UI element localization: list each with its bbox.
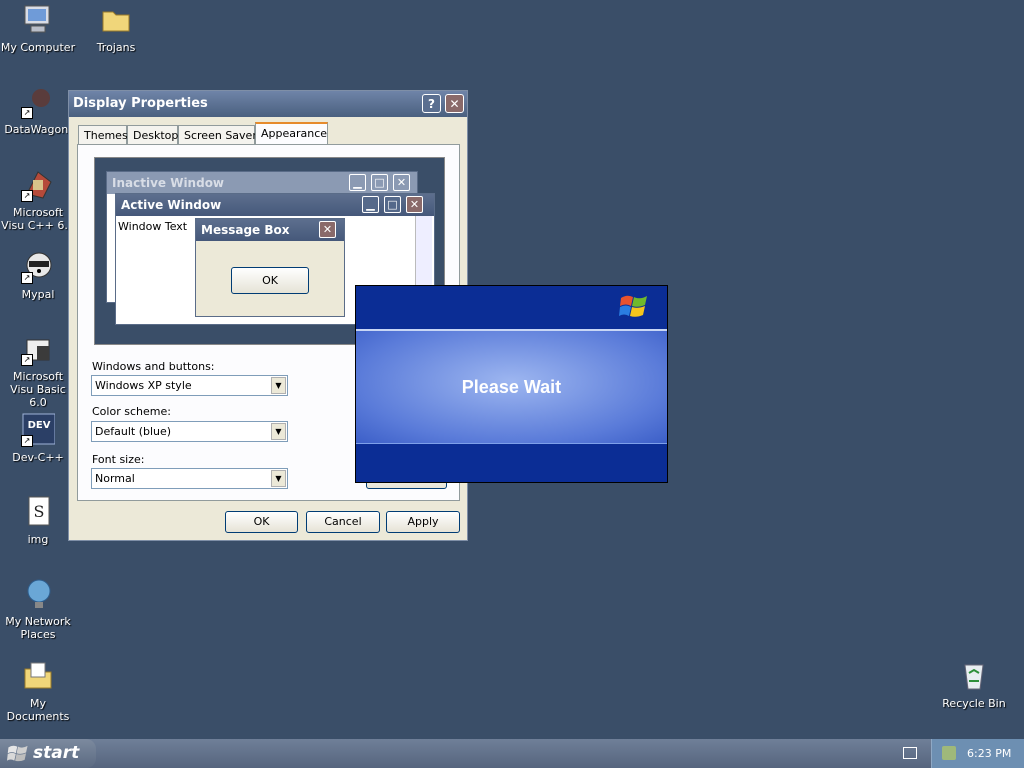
folder-icon — [99, 3, 133, 37]
apply-button[interactable]: Apply — [386, 511, 460, 533]
start-label: start — [33, 743, 80, 763]
tab-appearance[interactable]: Appearance — [255, 122, 328, 145]
color-scheme-select[interactable]: Default (blue) ▼ — [91, 421, 288, 442]
svg-text:S: S — [34, 502, 45, 521]
please-wait-message: Please Wait — [461, 377, 562, 397]
desktop-icon-label: My Documents — [6, 697, 70, 723]
desktop-icon-label: Microsoft Visu Basic 6.0 — [10, 370, 66, 409]
font-size-value: Normal — [95, 472, 135, 485]
shortcut-arrow-icon: ↗ — [21, 190, 33, 202]
desktop-icon-label: My Network Places — [5, 615, 71, 641]
visual-cpp-icon: ↗ — [21, 168, 55, 202]
desktop-icon-label: img — [27, 533, 49, 546]
recycle-bin-icon — [957, 659, 991, 693]
network-places-icon — [21, 577, 55, 611]
computer-icon — [21, 3, 55, 37]
desktop-icon-label: DataWagon. — [4, 123, 72, 136]
desktop-icon-visual-basic[interactable]: ↗ Microsoft Visu Basic 6.0 — [0, 332, 76, 409]
tab-themes[interactable]: Themes — [78, 125, 128, 144]
desktop-icon-my-computer[interactable]: My Computer — [0, 3, 76, 54]
clock[interactable]: 6:23 PM — [967, 739, 1011, 768]
shortcut-arrow-icon: ↗ — [21, 272, 33, 284]
desktop-icon-label: My Computer — [0, 41, 76, 54]
desktop-icon-label: Microsoft Visu C++ 6.0 — [1, 206, 75, 232]
desktop-icon-datawagon[interactable]: ↗ DataWagon. — [0, 85, 76, 136]
mypal-raccoon-icon: ↗ — [21, 250, 55, 284]
network-tray-icon[interactable] — [942, 746, 956, 760]
taskbar: start 6:23 PM — [0, 739, 1024, 768]
close-button[interactable]: ✕ — [445, 94, 464, 113]
script-file-icon: S — [21, 495, 55, 529]
color-scheme-label: Color scheme: — [92, 405, 171, 418]
documents-folder-icon — [21, 659, 55, 693]
desktop-icon-label: Recycle Bin — [942, 697, 1006, 710]
desktop-icon-recycle-bin[interactable]: Recycle Bin — [936, 659, 1012, 710]
desktop-icon-mypal[interactable]: ↗ Mypal — [0, 250, 76, 301]
chevron-down-icon[interactable]: ▼ — [271, 470, 286, 487]
datawagon-icon: ↗ — [21, 85, 55, 119]
minimize-icon: ▁ — [362, 196, 379, 213]
tab-desktop[interactable]: Desktop — [127, 125, 178, 144]
window-titlebar[interactable]: Display Properties ? ✕ — [69, 91, 467, 117]
tab-screen-saver[interactable]: Screen Saver — [178, 125, 257, 144]
windows-buttons-value: Windows XP style — [95, 379, 192, 392]
close-icon: ✕ — [319, 221, 336, 238]
windows-logo-icon — [7, 745, 28, 762]
desktop-icon-my-documents[interactable]: My Documents — [0, 659, 76, 723]
close-icon: ✕ — [406, 196, 423, 213]
maximize-icon: □ — [371, 174, 388, 191]
window-title: Display Properties — [73, 96, 208, 111]
desktop-icon-label: Trojans — [96, 41, 136, 54]
dev-cpp-icon: DEV ↗ — [21, 413, 56, 447]
chevron-down-icon[interactable]: ▼ — [271, 377, 286, 394]
windows-logo-icon — [619, 295, 647, 317]
preview-ok-button: OK — [231, 267, 309, 294]
system-tray: 6:23 PM — [931, 739, 1024, 768]
color-scheme-value: Default (blue) — [95, 425, 172, 438]
svg-text:DEV: DEV — [28, 420, 51, 431]
desktop-icon-visual-cpp[interactable]: ↗ Microsoft Visu C++ 6.0 — [0, 168, 76, 232]
ok-button[interactable]: OK — [225, 511, 298, 533]
close-icon: ✕ — [393, 174, 410, 191]
maximize-icon: □ — [384, 196, 401, 213]
help-button[interactable]: ? — [422, 94, 441, 113]
desktop-icon-img[interactable]: S img — [0, 495, 76, 546]
shortcut-arrow-icon: ↗ — [21, 435, 33, 447]
cancel-button[interactable]: Cancel — [306, 511, 380, 533]
visual-basic-icon: ↗ — [21, 332, 55, 366]
preview-message-box: Message Box ✕ OK — [195, 218, 345, 317]
desktop-icon-dev-cpp[interactable]: DEV ↗ Dev-C++ — [0, 413, 76, 464]
minimize-icon: ▁ — [349, 174, 366, 191]
shortcut-arrow-icon: ↗ — [21, 107, 33, 119]
desktop-icon-trojans[interactable]: Trojans — [78, 3, 154, 54]
start-button[interactable]: start — [0, 739, 96, 768]
keyboard-icon[interactable] — [903, 747, 917, 759]
please-wait-dialog: Please Wait — [355, 285, 668, 483]
font-size-select[interactable]: Normal ▼ — [91, 468, 288, 489]
shortcut-arrow-icon: ↗ — [21, 354, 33, 366]
desktop-icon-label: Dev-C++ — [12, 451, 64, 464]
desktop-icon-label: Mypal — [21, 288, 55, 301]
windows-buttons-select[interactable]: Windows XP style ▼ — [91, 375, 288, 396]
desktop-icon-network-places[interactable]: My Network Places — [0, 577, 76, 641]
font-size-label: Font size: — [92, 453, 145, 466]
chevron-down-icon[interactable]: ▼ — [271, 423, 286, 440]
windows-buttons-label: Windows and buttons: — [92, 360, 215, 373]
preview-window-text: Window Text — [118, 220, 188, 233]
